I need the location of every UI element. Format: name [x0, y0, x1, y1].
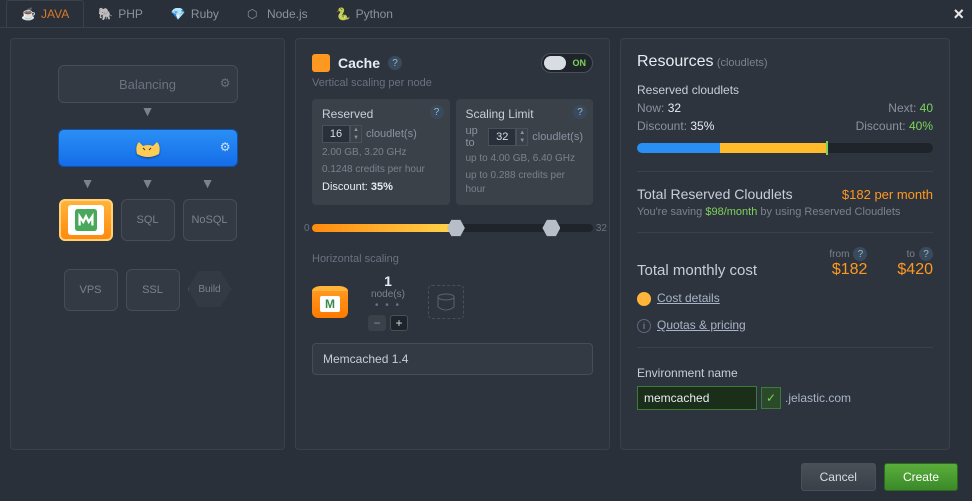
lang-tabs: ☕JAVA 🐘PHP 💎Ruby ⬡Node.js 🐍Python × [0, 0, 972, 28]
config-panel: Cache ? ON Vertical scaling per node ? R… [295, 38, 610, 450]
create-button[interactable]: Create [884, 463, 958, 491]
resources-title: Resources [637, 53, 713, 70]
help-icon[interactable]: ? [573, 105, 587, 119]
cache-block[interactable] [59, 199, 113, 241]
reserved-card: ? Reserved ▲▼ cloudlet(s) 2.00 GB, 3.20 … [312, 99, 450, 205]
build-block[interactable]: Build [188, 269, 232, 309]
check-icon: ✓ [761, 387, 781, 409]
reserved-spinner[interactable]: ▲▼ [322, 125, 362, 143]
vps-block[interactable]: VPS [64, 269, 118, 311]
app-server-block[interactable]: ⚙ [58, 129, 238, 167]
tab-node[interactable]: ⬡Node.js [233, 0, 322, 27]
cloudlet-slider[interactable]: 0 32 [312, 219, 593, 237]
node-icon: M [312, 286, 348, 318]
resources-panel: Resources (cloudlets) Reserved cloudlets… [620, 38, 950, 450]
savings-text: You're saving $98/month by using Reserve… [637, 206, 933, 218]
discount-slider[interactable] [637, 143, 933, 157]
env-name-input[interactable] [637, 386, 757, 410]
node-plus[interactable]: + [390, 315, 408, 331]
nosql-block[interactable]: NoSQL [183, 199, 237, 241]
slider-marker [826, 141, 828, 155]
arrow-down-icon: ▼ [141, 175, 155, 191]
add-node-ghost[interactable] [428, 285, 464, 319]
limit-spinner[interactable]: ▲▼ [488, 128, 528, 146]
stack-name[interactable]: Memcached 1.4 [312, 343, 593, 375]
cancel-button[interactable]: Cancel [801, 463, 876, 491]
help-icon[interactable]: ? [430, 105, 444, 119]
gear-icon[interactable]: ⚙ [220, 76, 231, 90]
close-icon[interactable]: × [953, 4, 964, 25]
limit-card: ? Scaling Limit up to ▲▼ cloudlet(s) up … [456, 99, 594, 205]
gear-icon[interactable]: ⚙ [220, 140, 231, 154]
ssl-block[interactable]: SSL [126, 269, 180, 311]
help-icon[interactable]: ? [388, 56, 402, 70]
sql-block[interactable]: SQL [121, 199, 175, 241]
java-icon: ☕ [21, 7, 35, 21]
memcached-icon [75, 209, 97, 231]
balancing-block[interactable]: Balancing ⚙ [58, 65, 238, 103]
vscale-label: Vertical scaling per node [312, 77, 593, 89]
tab-java[interactable]: ☕JAVA [6, 0, 84, 27]
cost-details-link[interactable]: Cost details [657, 291, 720, 305]
hscale-label: Horizontal scaling [312, 253, 593, 265]
python-icon: 🐍 [336, 7, 350, 21]
quotas-link[interactable]: Quotas & pricing [657, 318, 746, 332]
ruby-icon: 💎 [171, 7, 185, 21]
node-icon: ⬡ [247, 7, 261, 21]
slider-handle-limit[interactable] [542, 219, 560, 237]
slider-handle-reserved[interactable] [447, 219, 465, 237]
php-icon: 🐘 [98, 7, 112, 21]
section-title: Cache [338, 55, 380, 71]
cache-toggle[interactable]: ON [541, 53, 593, 73]
tab-php[interactable]: 🐘PHP [84, 0, 157, 27]
tab-python[interactable]: 🐍Python [322, 0, 407, 27]
coin-icon [637, 292, 651, 306]
arrow-down-icon: ▼ [141, 103, 155, 119]
cache-icon [312, 54, 330, 72]
help-icon[interactable]: ? [853, 247, 867, 261]
arrow-down-icon: ▼ [201, 175, 215, 191]
info-icon: i [637, 319, 651, 333]
node-minus[interactable]: − [368, 315, 386, 331]
domain-suffix: .jelastic.com [785, 391, 851, 405]
arrow-down-icon: ▼ [81, 175, 95, 191]
tomcat-icon [133, 138, 163, 158]
topology-panel: Balancing ⚙ ▼ ⚙ ▼ ▼ ▼ SQL NoSQL VPS SSL … [10, 38, 285, 450]
tab-ruby[interactable]: 💎Ruby [157, 0, 233, 27]
node-outline-icon [436, 293, 456, 311]
help-icon[interactable]: ? [919, 247, 933, 261]
